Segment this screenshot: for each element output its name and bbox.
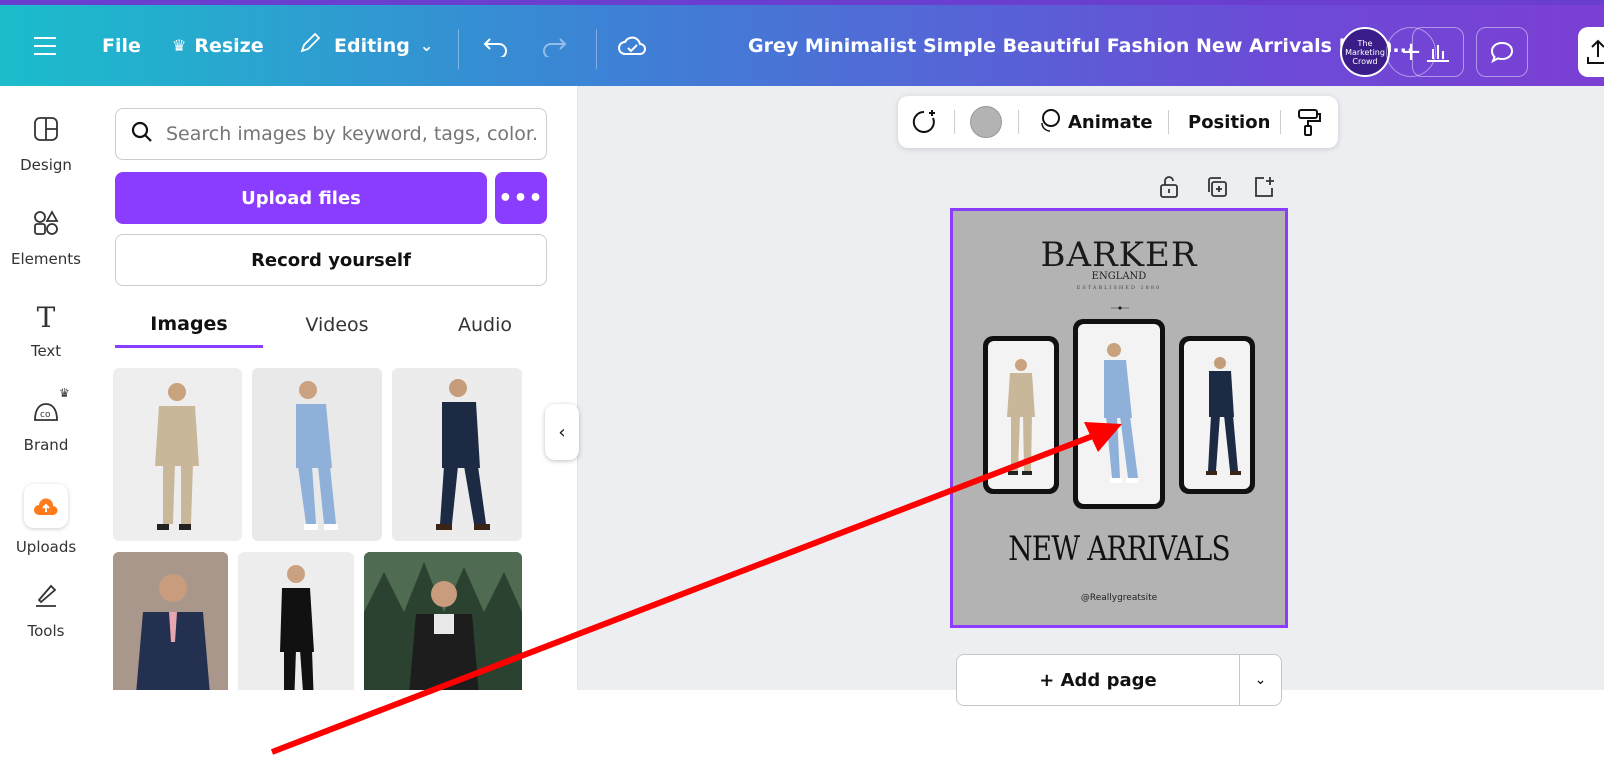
- color-swatch: [970, 106, 1002, 138]
- magic-edit-icon[interactable]: [910, 96, 940, 148]
- image-thumbnail[interactable]: [392, 368, 522, 541]
- brand-established[interactable]: ESTABLISHED 1880: [953, 285, 1285, 291]
- toolbar-divider: [458, 29, 459, 69]
- record-yourself-button[interactable]: Record yourself: [115, 234, 547, 286]
- brand-title[interactable]: BARKER: [953, 235, 1285, 275]
- image-thumbnail[interactable]: [113, 552, 228, 706]
- paint-roller-icon[interactable]: [1296, 96, 1322, 148]
- more-options-button[interactable]: •••: [495, 172, 547, 224]
- redo-icon[interactable]: [540, 5, 568, 86]
- rail-label: Text: [30, 342, 62, 360]
- design-icon: [33, 116, 59, 146]
- phone-mockup-right[interactable]: [1179, 336, 1255, 494]
- tab-videos[interactable]: Videos: [263, 302, 411, 348]
- crown-icon: ♛: [59, 386, 70, 400]
- rail-label: Brand: [23, 436, 69, 454]
- elements-icon: [33, 210, 59, 240]
- menu-icon[interactable]: [32, 5, 58, 86]
- svg-text:co: co: [40, 410, 51, 420]
- collapse-panel-button[interactable]: ‹: [545, 404, 579, 460]
- toolbar-divider: [1018, 110, 1019, 134]
- search-box[interactable]: [115, 108, 547, 160]
- avatar[interactable]: The Marketing Crowd: [1340, 27, 1390, 77]
- toolbar-divider: [954, 110, 955, 134]
- left-rail: Design Elements T Text co ♛ Brand Upload…: [0, 86, 104, 706]
- chevron-down-icon: ⌄: [1254, 672, 1267, 688]
- brand-divider: [1111, 295, 1129, 310]
- image-thumbnail[interactable]: [252, 368, 382, 541]
- analytics-icon[interactable]: [1412, 27, 1464, 77]
- tab-images[interactable]: Images: [115, 302, 263, 348]
- toolbar-divider: [1280, 110, 1281, 134]
- position-button[interactable]: Position: [1188, 96, 1270, 148]
- editing-label: Editing: [334, 34, 410, 57]
- lower-margin: [0, 690, 1604, 772]
- phone-mockup-center[interactable]: [1073, 319, 1165, 509]
- image-thumbnail[interactable]: [113, 368, 242, 541]
- resize-label: Resize: [194, 34, 264, 57]
- brand-icon: co ♛: [31, 386, 70, 426]
- rail-item-tools[interactable]: Tools: [0, 582, 92, 640]
- document-title[interactable]: Grey Minimalist Simple Beautiful Fashion…: [748, 5, 1414, 86]
- crown-icon: ♛: [172, 36, 187, 55]
- animate-button[interactable]: Animate: [1036, 96, 1153, 148]
- text-icon: T: [36, 301, 56, 334]
- rail-label: Tools: [27, 622, 65, 640]
- editing-mode-button[interactable]: Editing ⌄: [298, 5, 433, 86]
- rail-item-design[interactable]: Design: [0, 116, 92, 174]
- toolbar-divider: [596, 29, 597, 69]
- undo-icon[interactable]: [482, 5, 510, 86]
- rail-label: Design: [20, 156, 72, 174]
- search-input[interactable]: [166, 123, 536, 145]
- media-tabs: Images Videos Audio: [115, 302, 547, 348]
- duplicate-page-icon[interactable]: [1205, 175, 1229, 204]
- toolbar-divider: [1168, 110, 1169, 134]
- comment-icon[interactable]: [1476, 27, 1528, 77]
- headline-text[interactable]: NEW ARRIVALS: [983, 529, 1255, 569]
- phone-mockup-left[interactable]: [983, 336, 1059, 494]
- rail-item-brand[interactable]: co ♛ Brand: [0, 386, 92, 454]
- upload-cloud-icon: [24, 484, 68, 528]
- rail-item-uploads[interactable]: Uploads: [0, 484, 92, 556]
- cloud-saved-icon[interactable]: [618, 5, 646, 86]
- add-page-button[interactable]: + Add page: [956, 654, 1240, 706]
- resize-button[interactable]: ♛ Resize: [172, 5, 264, 86]
- rail-label: Uploads: [15, 538, 77, 556]
- chevron-down-icon: ⌄: [419, 36, 434, 55]
- color-swatch-button[interactable]: [970, 96, 1002, 148]
- lock-icon[interactable]: [1158, 175, 1180, 204]
- top-bar: File ♛ Resize Editing ⌄ Grey Minimalist …: [0, 0, 1604, 86]
- rail-label: Elements: [11, 250, 81, 268]
- handle-text[interactable]: @Reallygreatsite: [953, 593, 1285, 603]
- pencil-icon: [298, 31, 322, 60]
- image-thumbnail[interactable]: [364, 552, 522, 706]
- search-icon: [130, 120, 154, 148]
- rail-item-text[interactable]: T Text: [0, 301, 92, 361]
- animate-icon: [1036, 107, 1062, 138]
- image-thumbnail[interactable]: [238, 552, 354, 706]
- add-page-icon[interactable]: [1252, 175, 1276, 204]
- uploads-panel: Upload files ••• Record yourself Images …: [104, 86, 578, 706]
- add-page-dropdown[interactable]: ⌄: [1240, 654, 1282, 706]
- context-toolbar: Animate Position: [898, 96, 1338, 148]
- file-menu-button[interactable]: File: [102, 5, 141, 86]
- animate-label: Animate: [1068, 111, 1153, 133]
- rail-item-elements[interactable]: Elements: [0, 210, 92, 268]
- tools-icon: [33, 582, 59, 612]
- brand-subtitle[interactable]: ENGLAND: [953, 271, 1285, 282]
- design-page[interactable]: BARKER ENGLAND ESTABLISHED 1880 NEW ARRI…: [950, 208, 1288, 628]
- share-button[interactable]: [1578, 27, 1604, 77]
- upload-files-button[interactable]: Upload files: [115, 172, 487, 224]
- tab-audio[interactable]: Audio: [411, 302, 559, 348]
